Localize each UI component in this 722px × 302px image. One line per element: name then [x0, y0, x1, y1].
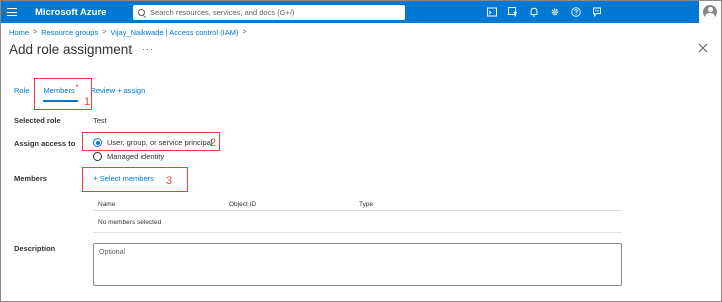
breadcrumb-separator: > [102, 29, 107, 36]
empty-table-message: No members selected [98, 219, 162, 226]
close-icon[interactable] [698, 43, 708, 53]
cloud-shell-icon[interactable] [481, 1, 502, 23]
description-label: Description [14, 244, 56, 253]
members-label: Members [14, 174, 47, 183]
tab-role-label: Role [14, 86, 30, 95]
tab-role[interactable]: Role [14, 86, 29, 102]
menu-icon[interactable] [1, 1, 23, 23]
breadcrumb-home[interactable]: Home [9, 28, 29, 37]
top-bar: Microsoft Azure Search resources, servic… [1, 1, 721, 23]
breadcrumb-separator: > [242, 29, 247, 36]
radio-managed-identity-label: Managed identity [107, 152, 165, 161]
tab-review-label: Review + assign [90, 86, 146, 95]
more-options-icon[interactable]: ··· [142, 44, 154, 54]
plus-icon: + [93, 174, 98, 183]
annotation-number-1: 1 [84, 96, 91, 108]
breadcrumb: Home > Resource groups > Vijay_Naikwade … [9, 28, 251, 37]
description-textarea[interactable]: Optional [93, 243, 622, 286]
column-header-type: Type [359, 201, 374, 208]
page-title: Add role assignment [9, 42, 133, 57]
select-members-link[interactable]: + Select members [93, 174, 154, 183]
table-row: No members selected [93, 211, 622, 233]
notifications-icon[interactable] [523, 1, 544, 23]
feedback-icon[interactable] [586, 1, 607, 23]
tab-review-assign[interactable]: Review + assign [90, 86, 145, 102]
radio-user-group-sp[interactable]: User, group, or service principal [93, 138, 212, 147]
select-members-label: Select members [99, 174, 154, 183]
annotation-number-3: 3 [166, 175, 173, 187]
assign-access-label: Assign access to [14, 139, 76, 148]
help-icon[interactable] [565, 1, 586, 23]
breadcrumb-resource-groups[interactable]: Resource groups [41, 28, 98, 37]
avatar [703, 5, 717, 19]
directory-filter-icon[interactable] [502, 1, 523, 23]
account-menu[interactable] [699, 1, 721, 23]
table-header: Name Object ID Type [93, 199, 622, 211]
radio-managed-identity[interactable]: Managed identity [93, 152, 164, 161]
global-search[interactable]: Search resources, services, and docs (G+… [133, 4, 405, 20]
breadcrumb-separator: > [33, 29, 38, 36]
description-placeholder: Optional [99, 249, 126, 256]
brand-title[interactable]: Microsoft Azure [35, 7, 115, 18]
search-placeholder: Search resources, services, and docs (G+… [150, 7, 295, 17]
radio-checked-icon [93, 138, 102, 147]
members-table: Name Object ID Type No members selected [93, 199, 622, 233]
search-icon [138, 8, 145, 16]
settings-icon[interactable] [544, 1, 565, 23]
radio-unchecked-icon [93, 152, 102, 161]
selected-role-label: Selected role [14, 116, 61, 125]
column-header-object-id: Object ID [229, 201, 257, 208]
selected-role-value: Test [93, 116, 107, 125]
radio-user-group-sp-label: User, group, or service principal [107, 138, 213, 147]
column-header-name: Name [98, 201, 116, 208]
breadcrumb-access-control[interactable]: Vijay_Naikwade | Access control (IAM) [110, 28, 238, 37]
